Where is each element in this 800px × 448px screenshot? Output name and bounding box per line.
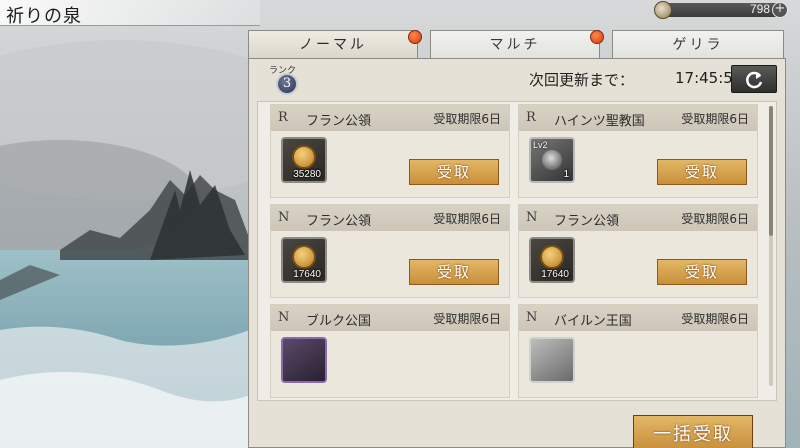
reward-deadline: 受取期限6日 — [433, 312, 501, 326]
refresh-icon — [746, 71, 763, 89]
reward-rarity: N — [278, 210, 290, 225]
item-quantity: 1 — [563, 169, 569, 180]
reward-source: ハインツ聖教国 — [554, 114, 645, 129]
reward-deadline: 受取期限6日 — [433, 112, 501, 126]
coin-image — [540, 245, 564, 269]
tab-normal-notification-badge — [408, 30, 422, 44]
claim-button[interactable]: 受取 — [657, 259, 747, 285]
panel-body: ランク 3 次回更新まで： 17:45:56 R フラン公領 受取期限6日 35… — [248, 58, 786, 448]
tab-multi[interactable]: マルチ — [430, 30, 600, 58]
currency-display: 798 + — [650, 0, 800, 20]
reward-card-header: R ハインツ聖教国 受取期限6日 — [519, 105, 757, 131]
reward-list[interactable]: R フラン公領 受取期限6日 35280 受取 R ハインツ聖教国 受取期限6日 — [257, 101, 777, 401]
reward-source: バイルン王国 — [554, 314, 632, 329]
reward-card: N ブルク公国 受取期限6日 — [270, 304, 510, 398]
reward-card-header: N ブルク公国 受取期限6日 — [271, 305, 509, 331]
reward-source: フラン公領 — [306, 114, 372, 129]
coin-image — [292, 245, 316, 269]
reward-source: ブルク公国 — [306, 314, 372, 329]
claim-all-button[interactable]: 一括受取 — [633, 415, 753, 448]
rank-badge: ランク 3 — [269, 63, 303, 97]
rank-value: 3 — [276, 73, 298, 95]
reward-card-header: R フラン公領 受取期限6日 — [271, 105, 509, 131]
purple-item-icon[interactable] — [281, 337, 327, 383]
gold-coin-icon[interactable]: 35280 — [281, 137, 327, 183]
reward-deadline: 受取期限6日 — [681, 312, 749, 326]
claim-button[interactable]: 受取 — [657, 159, 747, 185]
reward-card-header: N フラン公領 受取期限6日 — [271, 205, 509, 231]
currency-amount: 798 — [749, 2, 770, 16]
page-title: 祈りの泉 — [6, 6, 82, 27]
reward-card: R ハインツ聖教国 受取期限6日 Lv2 1 受取 — [518, 104, 758, 198]
tab-normal[interactable]: ノーマル — [248, 30, 418, 58]
scrollbar-thumb[interactable] — [769, 106, 773, 236]
gold-coin-icon[interactable]: 17640 — [529, 237, 575, 283]
reward-card-header: N バイルン王国 受取期限6日 — [519, 305, 757, 331]
reward-rarity: R — [526, 110, 536, 125]
reward-deadline: 受取期限6日 — [681, 112, 749, 126]
reward-deadline: 受取期限6日 — [681, 212, 749, 226]
title-bar: 祈りの泉 — [0, 0, 260, 27]
reward-source: フラン公領 — [554, 214, 620, 229]
coin-image — [292, 145, 316, 169]
reward-rarity: N — [278, 310, 290, 325]
reward-rarity: N — [526, 310, 538, 325]
gem-icon[interactable]: Lv2 1 — [529, 137, 575, 183]
scrollbar[interactable] — [769, 106, 773, 386]
add-currency-button[interactable]: + — [772, 2, 788, 18]
coin-icon — [654, 1, 672, 19]
claim-button[interactable]: 受取 — [409, 159, 499, 185]
gold-coin-icon[interactable]: 17640 — [281, 237, 327, 283]
item-quantity: 17640 — [293, 269, 321, 280]
item-level: Lv2 — [533, 140, 548, 150]
refresh-button[interactable] — [731, 65, 777, 93]
reward-rarity: N — [526, 210, 538, 225]
item-quantity: 35280 — [293, 169, 321, 180]
reward-card: N フラン公領 受取期限6日 17640 受取 — [518, 204, 758, 298]
reward-card: N バイルン王国 受取期限6日 — [518, 304, 758, 398]
reward-card: R フラン公領 受取期限6日 35280 受取 — [270, 104, 510, 198]
reward-panel: ノーマル マルチ ゲリラ ランク 3 次回更新まで： 17:45:56 R フラ… — [248, 30, 786, 448]
reward-rarity: R — [278, 110, 288, 125]
reward-source: フラン公領 — [306, 214, 372, 229]
silver-item-icon[interactable] — [529, 337, 575, 383]
gem-image — [542, 150, 562, 170]
item-quantity: 17640 — [541, 269, 569, 280]
reward-deadline: 受取期限6日 — [433, 212, 501, 226]
reward-card-header: N フラン公領 受取期限6日 — [519, 205, 757, 231]
tab-multi-notification-badge — [590, 30, 604, 44]
claim-button[interactable]: 受取 — [409, 259, 499, 285]
refresh-label: 次回更新まで： — [529, 71, 635, 89]
reward-card: N フラン公領 受取期限6日 17640 受取 — [270, 204, 510, 298]
tab-guerrilla[interactable]: ゲリラ — [612, 30, 784, 58]
